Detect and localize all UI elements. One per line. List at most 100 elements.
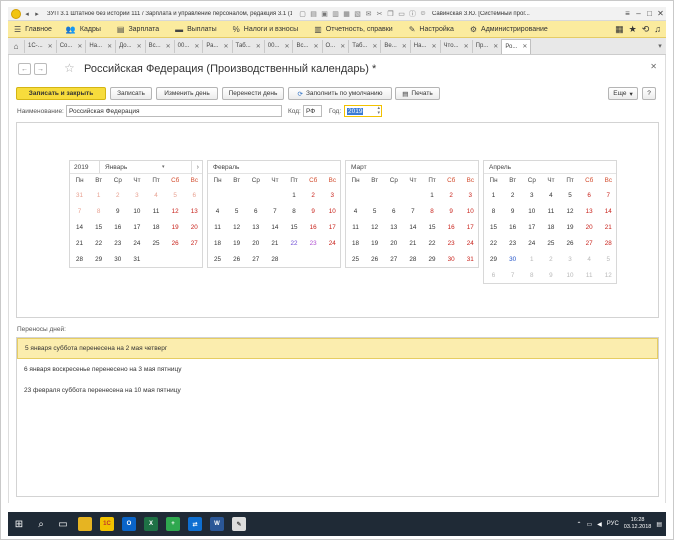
volume-icon[interactable]: ◀ <box>597 521 602 528</box>
calendar-day[interactable]: 20 <box>185 219 204 235</box>
calendar-day[interactable]: 28 <box>403 251 422 267</box>
clock[interactable]: 16:28 03.12.2018 <box>624 517 652 531</box>
calendar-day[interactable]: 31 <box>70 187 89 203</box>
calendar-day[interactable]: 12 <box>561 203 580 219</box>
calendar-day[interactable]: 17 <box>323 219 342 235</box>
tab-close-icon[interactable]: ✕ <box>224 43 229 50</box>
calendar-day[interactable]: 2 <box>108 187 127 203</box>
tab[interactable]: Со... ✕ <box>55 39 86 53</box>
calendar-day[interactable]: 9 <box>108 203 127 219</box>
calendar-day[interactable]: 18 <box>147 219 166 235</box>
forward-arrow-icon[interactable]: ▸ <box>33 10 41 18</box>
calendar-day[interactable]: 4 <box>541 187 560 203</box>
calendar-day[interactable]: 29 <box>484 251 503 267</box>
close-icon[interactable]: ✕ <box>655 8 666 20</box>
tab-close-icon[interactable]: ✕ <box>402 43 407 50</box>
print-button[interactable]: ▤ Печать <box>395 87 440 100</box>
calendar-day[interactable]: 17 <box>127 219 146 235</box>
calendar-day[interactable]: 4 <box>346 203 365 219</box>
save-and-close-button[interactable]: Записать и закрыть <box>16 87 106 100</box>
calendar-day[interactable]: 15 <box>285 219 304 235</box>
menu-item-admin[interactable]: ⚙ Администрирование <box>470 25 548 34</box>
calendar-day[interactable]: 11 <box>541 203 560 219</box>
calendar-year[interactable]: 2019 <box>70 161 100 173</box>
calendar-day[interactable]: 21 <box>599 219 618 235</box>
tab-close-icon[interactable]: ✕ <box>493 43 498 50</box>
menu-item-reports[interactable]: ▥ Отчетность, справки <box>314 25 393 34</box>
calendar-day[interactable]: 6 <box>246 203 265 219</box>
tab[interactable]: О... ✕ <box>321 39 349 53</box>
calc-icon[interactable]: ▦ <box>342 9 351 18</box>
calendar-day[interactable]: 25 <box>541 235 560 251</box>
calendar-day[interactable]: 11 <box>346 219 365 235</box>
cut-icon[interactable]: ✂ <box>375 9 384 18</box>
menu-item-hr[interactable]: 👥 Кадры <box>66 25 101 34</box>
calendar-day[interactable]: 16 <box>304 219 323 235</box>
calendar-day[interactable]: 10 <box>461 203 480 219</box>
calendar-day[interactable]: 28 <box>265 251 284 267</box>
menu-item-taxes[interactable]: % Налоги и взносы <box>233 25 299 34</box>
calendar-day[interactable]: 26 <box>365 251 384 267</box>
calendar-day[interactable]: 10 <box>522 203 541 219</box>
menu-item-main[interactable]: ☰ Главное <box>14 25 52 34</box>
calendar-day[interactable]: 20 <box>384 235 403 251</box>
outlook-icon[interactable]: O <box>118 513 140 535</box>
calendar-day[interactable]: 14 <box>265 219 284 235</box>
tab[interactable]: Вс... ✕ <box>144 39 174 53</box>
onec-app-icon[interactable]: 1C <box>96 513 118 535</box>
back-button[interactable]: ← <box>18 63 31 75</box>
calendar-day[interactable]: 20 <box>246 235 265 251</box>
calendar-day[interactable]: 16 <box>108 219 127 235</box>
calendar-day[interactable]: 23 <box>442 235 461 251</box>
calendar-day[interactable]: 1 <box>285 187 304 203</box>
calendar-day[interactable]: 26 <box>227 251 246 267</box>
transfer-item[interactable]: 5 января суббота перенесена на 2 мая чет… <box>17 338 658 359</box>
calendar-day[interactable]: 12 <box>599 267 618 283</box>
calendar-day[interactable]: 1 <box>89 187 108 203</box>
calendar-day[interactable]: 14 <box>599 203 618 219</box>
tab-close-icon[interactable]: ✕ <box>340 43 345 50</box>
tab-close-icon[interactable]: ✕ <box>313 43 318 50</box>
calendar-day[interactable]: 2 <box>541 251 560 267</box>
forward-button[interactable]: → <box>34 63 47 75</box>
calendar-day[interactable]: 27 <box>384 251 403 267</box>
calendar-day[interactable]: 28 <box>70 251 89 267</box>
calendar-day[interactable]: 23 <box>108 235 127 251</box>
code-field[interactable]: РФ <box>303 105 322 117</box>
more-button[interactable]: Еще ▾ <box>608 87 638 100</box>
network-icon[interactable]: ▭ <box>586 521 592 528</box>
calendar-day[interactable]: 4 <box>208 203 227 219</box>
calendar-day[interactable]: 21 <box>70 235 89 251</box>
tab[interactable]: 00... ✕ <box>263 39 293 53</box>
year-field[interactable]: 2019 ▴ ▾ <box>344 105 382 117</box>
tabs-more-icon[interactable]: ▾ <box>654 42 666 50</box>
tab-close-icon[interactable]: ✕ <box>166 43 171 50</box>
calendar-day[interactable]: 31 <box>461 251 480 267</box>
language-indicator[interactable]: РУС <box>607 521 619 527</box>
calendar-day[interactable]: 18 <box>541 219 560 235</box>
calendar-day[interactable]: 5 <box>599 251 618 267</box>
calendar-day[interactable]: 14 <box>70 219 89 235</box>
history-icon[interactable]: ⟲ <box>642 24 650 35</box>
calendar-day[interactable]: 6 <box>580 187 599 203</box>
calendar-day[interactable]: 10 <box>127 203 146 219</box>
tab-close-icon[interactable]: ✕ <box>431 43 436 50</box>
calendar-day[interactable]: 3 <box>522 187 541 203</box>
calendar-day[interactable]: 5 <box>227 203 246 219</box>
tab[interactable]: Вс... ✕ <box>292 39 321 53</box>
calendar-day[interactable]: 8 <box>89 203 108 219</box>
next-month-icon[interactable]: › <box>197 164 199 171</box>
excel-icon[interactable]: X <box>140 513 162 535</box>
tab[interactable]: 1С-... ✕ <box>24 39 56 53</box>
home-icon[interactable]: ⌂ <box>8 42 24 51</box>
document-icon[interactable]: ▢ <box>298 9 307 18</box>
menu-item-salary[interactable]: ▤ Зарплата <box>117 25 159 34</box>
calendar-day[interactable]: 15 <box>423 219 442 235</box>
calendar-day[interactable]: 15 <box>484 219 503 235</box>
paste-icon[interactable]: ▭ <box>397 9 406 18</box>
calendar-day[interactable]: 19 <box>561 219 580 235</box>
calendar-day[interactable]: 8 <box>484 203 503 219</box>
calendar-day[interactable]: 2 <box>503 187 522 203</box>
calendar-day[interactable]: 16 <box>503 219 522 235</box>
calendar-day[interactable]: 31 <box>127 251 146 267</box>
